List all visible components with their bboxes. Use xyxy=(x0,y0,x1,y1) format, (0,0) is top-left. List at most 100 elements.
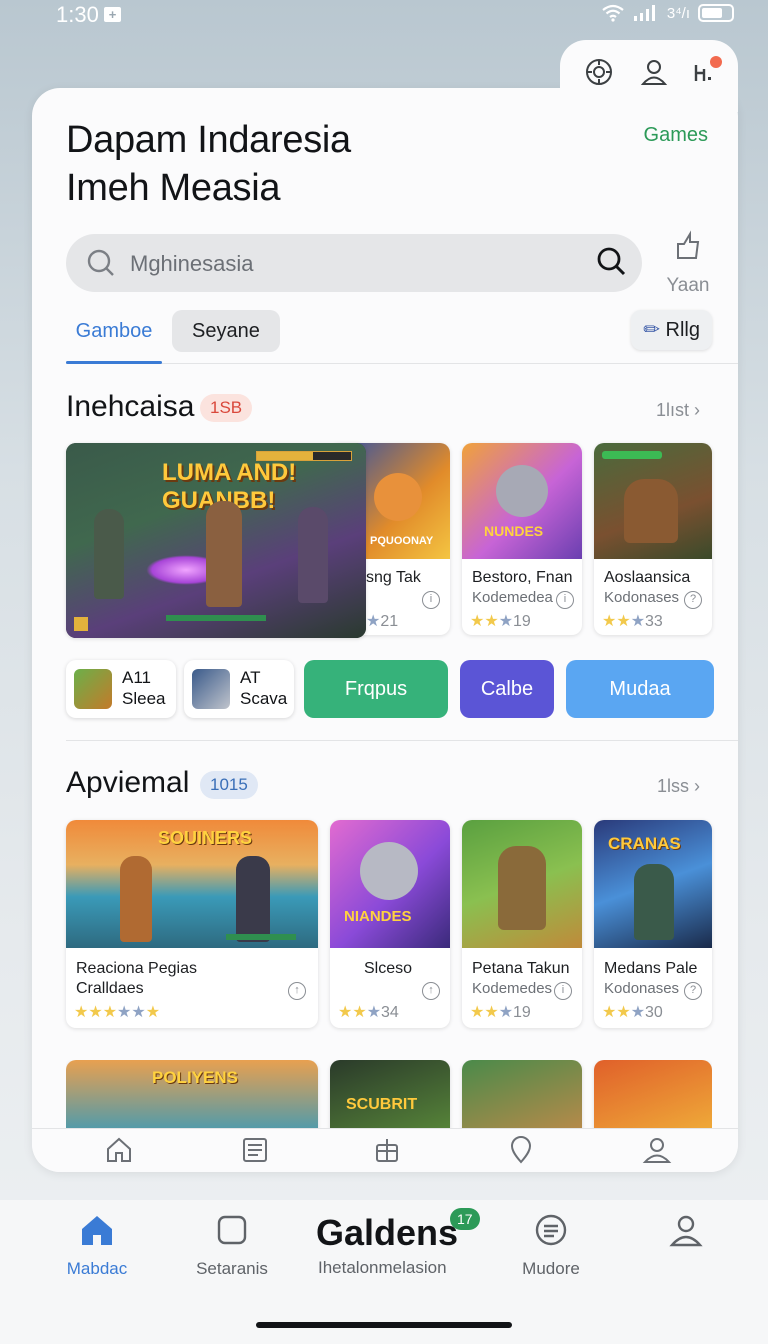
warrior-character-art xyxy=(624,479,678,543)
game-card[interactable]: Petana Takun Kodemedes ★★★19 i xyxy=(462,820,582,1028)
gift-icon[interactable] xyxy=(372,1135,402,1165)
health-bar-art xyxy=(602,451,662,459)
game-card[interactable] xyxy=(462,1060,582,1128)
home-indicator[interactable] xyxy=(256,1322,512,1328)
game-art: NIANDES xyxy=(330,820,450,948)
section-divider xyxy=(66,740,738,741)
game-card[interactable]: NUNDES Bestoro, Fnan Kodemedea ★★★19 i xyxy=(462,443,582,635)
list-icon[interactable] xyxy=(240,1135,270,1165)
featured-banner-title: LUMA AND! GUANBB! xyxy=(162,459,297,514)
info-icon[interactable]: ? xyxy=(684,982,702,1000)
info-icon[interactable]: ? xyxy=(684,591,702,609)
location-icon[interactable] xyxy=(506,1135,536,1165)
game-art-title: NUNDES xyxy=(484,523,544,539)
filter-button[interactable]: ✏ Rllg xyxy=(631,310,712,350)
section-2-more-link[interactable]: 1lss › xyxy=(657,776,700,797)
home-icon[interactable] xyxy=(104,1135,134,1165)
status-indicators: 3⁴/ı xyxy=(601,4,734,22)
share-label: Yaan xyxy=(666,275,710,296)
category-button-calbe[interactable]: Calbe xyxy=(460,660,554,718)
share-icon xyxy=(677,230,700,259)
info-icon[interactable]: i xyxy=(554,982,572,1000)
tab-games[interactable]: Gamboe xyxy=(66,310,162,364)
game-rating: ★★★33 xyxy=(602,613,663,630)
info-icon[interactable]: i xyxy=(556,591,574,609)
game-art-title: CRANAS xyxy=(608,834,681,853)
hero-character-art xyxy=(120,856,152,942)
section-2-badge: 1015 xyxy=(200,771,258,799)
game-rating: ★21 xyxy=(366,611,398,631)
category-button-mudaa[interactable]: Mudaa xyxy=(566,660,714,718)
tab-seyane[interactable]: Seyane xyxy=(172,310,280,352)
enemy-character-art xyxy=(94,509,124,599)
bottom-nav-item-home[interactable]: Mabdac xyxy=(62,1212,132,1279)
game-name: Medans Pale xyxy=(604,960,698,977)
profile-icon[interactable] xyxy=(642,1135,672,1165)
game-rating: ★★★30 xyxy=(602,1004,663,1021)
bottom-nav-item-mudore[interactable]: Mudore xyxy=(518,1212,584,1279)
game-rating: ★★★19 xyxy=(470,613,531,630)
chip-label-2: Scava xyxy=(240,689,288,708)
bottom-nav-label: Setaranis xyxy=(196,1259,268,1278)
section-1-badge: 1SB xyxy=(200,394,253,422)
creature-character-art xyxy=(360,842,418,900)
search-submit-icon[interactable] xyxy=(596,246,628,278)
quick-app-chip[interactable]: A11 Sleea xyxy=(66,660,176,718)
game-rating-value: 21 xyxy=(380,613,399,630)
bottom-nav-label: Mudore xyxy=(522,1259,580,1278)
settings-icon[interactable] xyxy=(582,55,616,89)
game-name: sng Tak xyxy=(366,569,421,586)
cat-character-art xyxy=(374,473,422,521)
profile-icon[interactable] xyxy=(637,55,671,89)
game-name: Petana Takun xyxy=(472,960,570,977)
game-subtitle: Kodonases xyxy=(604,980,680,997)
game-card[interactable]: POLIYENS xyxy=(66,1060,318,1128)
search-bar[interactable]: Mghinesasia xyxy=(66,234,642,292)
bottom-nav-center-title[interactable]: Galdens xyxy=(316,1212,458,1254)
game-card[interactable]: NIANDES Slceso ★★★34 ↑ xyxy=(330,820,450,1028)
game-card[interactable]: SCUBRIT xyxy=(330,1060,450,1128)
game-subtitle: Kodonases xyxy=(604,589,680,606)
section-1-more-link[interactable]: 1lıst › xyxy=(656,400,700,421)
game-rating: ★★★34 xyxy=(338,1004,399,1021)
category-button-frqpus[interactable]: Frqpus xyxy=(304,660,448,718)
status-time: 1:30 xyxy=(56,2,99,27)
creature-character-art xyxy=(496,465,548,517)
wifi-icon xyxy=(602,4,624,22)
page-title-line2: Imeh Measia xyxy=(66,167,281,209)
chevron-right-icon: › xyxy=(694,400,700,420)
game-art-title: NIANDES xyxy=(344,908,412,925)
enemy-character-art xyxy=(298,507,328,603)
game-art: NUNDES xyxy=(462,443,582,559)
tab-bar: Gamboe Seyane ✏ Rllg xyxy=(66,308,738,364)
quick-app-chip[interactable]: AT Scava xyxy=(184,660,294,718)
info-icon[interactable]: ↑ xyxy=(288,982,306,1000)
game-name: Slceso xyxy=(364,960,413,977)
game-name: Reaciona Pegias xyxy=(76,960,197,977)
share-button[interactable]: Yaan xyxy=(660,230,716,297)
game-card[interactable]: SOUINERS Reaciona Pegias Cralldaes ★★★★★… xyxy=(66,820,318,1028)
featured-game-banner[interactable]: LUMA AND! GUANBB! xyxy=(66,443,366,638)
chip-label-2: Sleea xyxy=(122,689,166,708)
game-rating-value: 30 xyxy=(645,1004,663,1021)
game-art xyxy=(594,443,712,559)
warrior-character-art xyxy=(498,846,546,930)
games-link[interactable]: Games xyxy=(644,124,708,147)
section-2-title: Apviemal xyxy=(66,766,190,799)
banner-progress-bar xyxy=(166,615,266,621)
status-bar: 1:30 + 3⁴/ı xyxy=(0,0,768,34)
search-input[interactable]: Mghinesasia xyxy=(130,251,254,277)
info-icon[interactable]: i xyxy=(422,591,440,609)
game-name: Aoslaansica xyxy=(604,569,691,586)
game-card[interactable]: Aoslaansica Kodonases ★★★33 ? xyxy=(594,443,712,635)
bottom-nav-item-setaranis[interactable]: Setaranis xyxy=(190,1212,274,1279)
game-subtitle: Cralldaes xyxy=(76,980,144,997)
info-icon[interactable]: ↑ xyxy=(422,982,440,1000)
profile-icon xyxy=(669,1215,703,1247)
enemy-character-art xyxy=(236,856,270,942)
bottom-nav-item-profile[interactable] xyxy=(666,1212,706,1253)
game-subtitle: Kodemedea xyxy=(472,589,553,606)
game-card[interactable] xyxy=(594,1060,712,1128)
game-name: Bestoro, Fnan xyxy=(472,569,573,586)
game-card[interactable]: CRANAS Medans Pale Kodonases ★★★30 ? xyxy=(594,820,712,1028)
